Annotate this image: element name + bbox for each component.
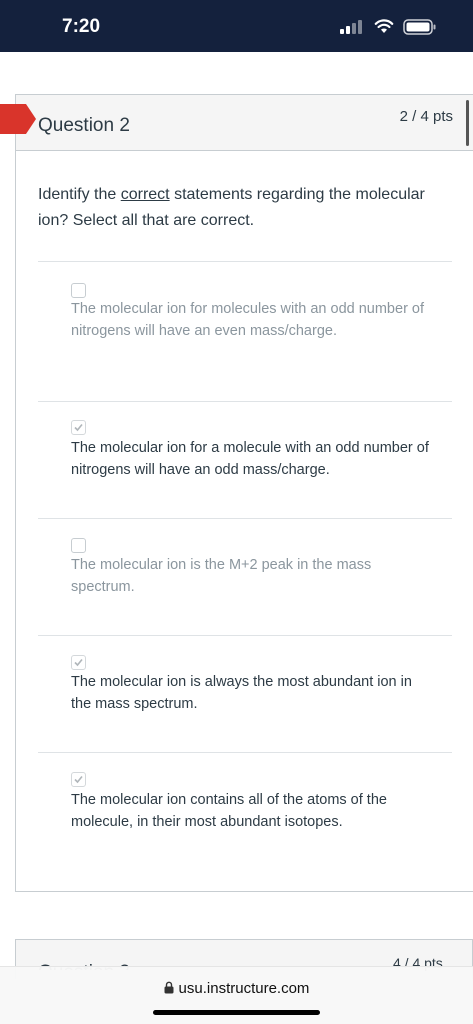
answer-divider xyxy=(38,635,452,636)
answer-divider xyxy=(38,752,452,753)
home-indicator[interactable] xyxy=(153,1010,320,1015)
checkmark-icon xyxy=(74,423,83,432)
question-text-underlined: correct xyxy=(120,186,170,203)
cellular-signal-icon xyxy=(340,20,364,34)
status-time: 7:20 xyxy=(62,16,101,37)
question-text-part: Identify the xyxy=(38,186,121,203)
answer-checkbox[interactable] xyxy=(71,772,86,787)
answer-checkbox[interactable] xyxy=(71,655,86,670)
answer-label[interactable]: The molecular ion for molecules with an … xyxy=(71,298,431,342)
address-bar[interactable]: usu.instructure.com xyxy=(0,980,473,997)
answer-label[interactable]: The molecular ion is always the most abu… xyxy=(71,671,431,715)
answer-checkbox[interactable] xyxy=(71,420,86,435)
question-header: Question 2 2 / 4 pts xyxy=(16,95,473,151)
battery-icon xyxy=(403,19,436,35)
url-text: usu.instructure.com xyxy=(178,980,310,997)
checkmark-icon xyxy=(74,658,83,667)
answer-checkbox[interactable] xyxy=(71,538,86,553)
answer-label[interactable]: The molecular ion contains all of the at… xyxy=(71,789,431,833)
question-text: Identify the correct statements regardin… xyxy=(38,182,438,234)
question-title: Question 2 xyxy=(38,115,130,136)
answer-divider xyxy=(38,518,452,519)
flag-question-icon[interactable] xyxy=(0,104,36,134)
status-bar: 7:20 xyxy=(0,0,473,52)
answer-label[interactable]: The molecular ion for a molecule with an… xyxy=(71,437,431,481)
question-points: 2 / 4 pts xyxy=(399,108,453,125)
wifi-icon xyxy=(374,19,394,33)
scrollbar[interactable] xyxy=(466,100,469,146)
answer-divider xyxy=(38,401,452,402)
answer-label[interactable]: The molecular ion is the M+2 peak in the… xyxy=(71,554,431,598)
answer-divider xyxy=(38,261,452,262)
answer-checkbox[interactable] xyxy=(71,283,86,298)
checkmark-icon xyxy=(74,775,83,784)
lock-icon xyxy=(164,981,174,994)
